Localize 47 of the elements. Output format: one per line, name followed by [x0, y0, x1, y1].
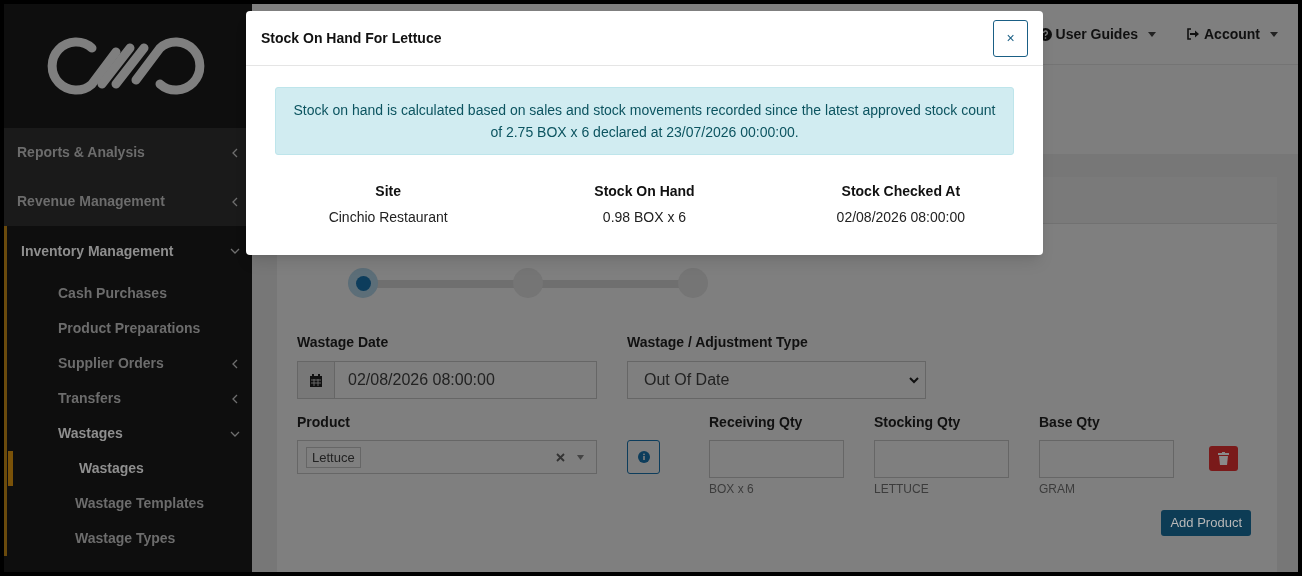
calendar-icon: [310, 373, 322, 387]
trash-icon: [1218, 452, 1229, 465]
quantity-field[interactable]: [709, 440, 844, 478]
caret-icon: [1148, 31, 1156, 37]
clear-icon[interactable]: [556, 452, 565, 462]
info-icon: [637, 451, 650, 463]
field-label: Receiving Qty: [709, 413, 804, 432]
sidebar-item[interactable]: Wastage Templates: [75, 493, 205, 514]
modal-title: Stock On Hand For Lettuce: [261, 28, 442, 48]
caret-icon: [577, 454, 584, 460]
chevron-down-icon: [909, 376, 919, 384]
menu-dropdown[interactable]: Account: [1186, 23, 1278, 45]
field-label: Wastage Date: [297, 333, 390, 352]
sidebar-item[interactable]: Wastages: [75, 458, 144, 479]
caret-icon: [1270, 31, 1278, 37]
sidebar-item[interactable]: Product Preparations: [58, 318, 201, 339]
sidebar-item[interactable]: Cash Purchases: [58, 283, 167, 304]
sidebar-item[interactable]: Wastages: [58, 423, 123, 444]
unit-label: GRAM: [1039, 481, 1076, 497]
field-label: Base Qty: [1039, 413, 1101, 432]
info-button[interactable]: [627, 440, 660, 474]
stat-heading: Stock On Hand: [594, 182, 695, 201]
sign-out-icon: [1186, 28, 1200, 40]
field-label: Wastage / Adjustment Type: [627, 333, 809, 352]
product-select[interactable]: Lettuce: [297, 440, 597, 474]
stat-heading: Site: [375, 182, 401, 201]
product-tag: Lettuce: [306, 446, 361, 468]
field-label: Product: [297, 413, 351, 432]
unit-label: LETTUCE: [874, 481, 930, 497]
field-label: Stocking Qty: [874, 413, 962, 432]
stat-value: Cinchio Restaurant: [328, 208, 448, 227]
unit-label: BOX x 6: [709, 481, 755, 497]
stat-value: 02/08/2026 08:00:00: [836, 208, 966, 227]
delete-button[interactable]: [1209, 446, 1238, 471]
quantity-field[interactable]: [874, 440, 1009, 478]
sidebar-item[interactable]: Inventory Management: [21, 240, 174, 262]
close-button[interactable]: ×: [993, 19, 1028, 57]
quantity-field[interactable]: [1039, 440, 1174, 478]
type-select[interactable]: Out Of Date: [627, 361, 926, 399]
date-field[interactable]: 02/08/2026 08:00:00: [335, 361, 597, 399]
stat-value: 0.98 BOX x 6: [602, 208, 687, 227]
sidebar-item[interactable]: Wastage Types: [75, 528, 176, 549]
add-product-button[interactable]: Add Product: [1161, 510, 1251, 536]
sidebar-item[interactable]: Supplier Orders: [58, 353, 164, 374]
info-alert: Stock on hand is calculated based on sales and stock movements recorded since the latest approved stock count of 2.75 BOX x 6 declared at 23/07/2026 00:00:00.: [275, 87, 1014, 155]
sidebar-item[interactable]: Transfers: [58, 388, 122, 409]
stat-heading: Stock Checked At: [841, 182, 961, 201]
